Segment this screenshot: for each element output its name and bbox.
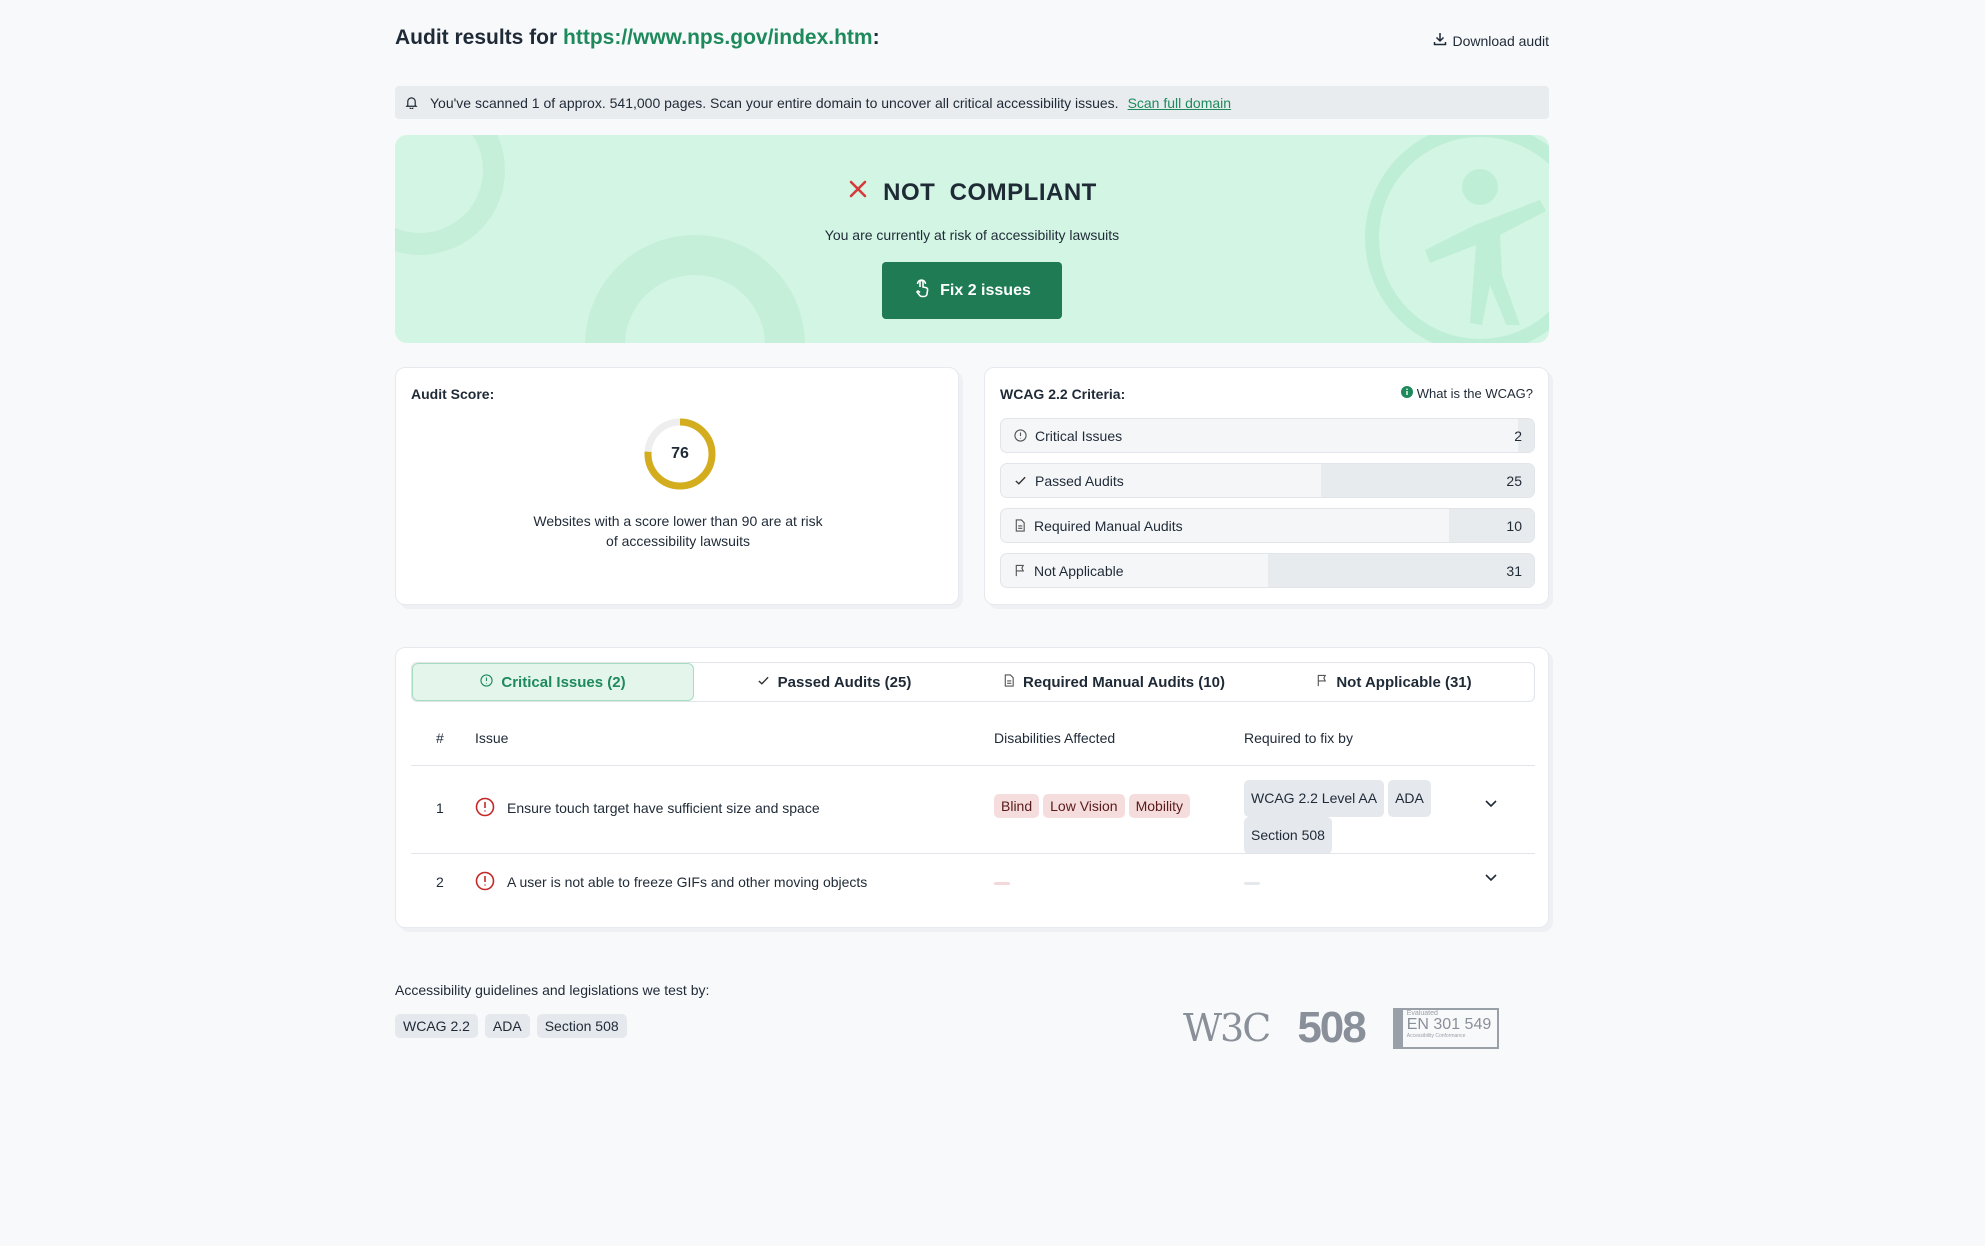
alert-circle-icon xyxy=(1014,429,1027,442)
wcag-criteria-title: WCAG 2.2 Criteria: xyxy=(1000,386,1126,402)
certification-logos: W3C 508 Evaluated EN 301 549 Accessibili… xyxy=(1183,1003,1499,1053)
scan-full-domain-link[interactable]: Scan full domain xyxy=(1128,95,1232,111)
score-value: 76 xyxy=(671,445,689,462)
requirement-tag: Section 508 xyxy=(1244,817,1332,854)
wcag-criteria-card: WCAG 2.2 Criteria: What is the WCAG? Cri… xyxy=(984,367,1549,605)
divider xyxy=(411,765,1535,766)
check-icon xyxy=(1014,474,1027,487)
requirement-tag: WCAG 2.2 Level AA xyxy=(1244,780,1385,817)
audit-score-card: Audit Score: 76 Websites with a score lo… xyxy=(395,367,959,605)
bell-icon xyxy=(405,96,418,109)
chevron-down-icon[interactable] xyxy=(1483,869,1499,888)
column-header-issue: Issue xyxy=(475,730,509,746)
touch-icon xyxy=(913,278,931,303)
guideline-tag: WCAG 2.2 xyxy=(395,1014,478,1038)
criteria-bar xyxy=(1320,464,1534,497)
tab-passed-audits[interactable]: Passed Audits (25) xyxy=(694,663,974,701)
tab-label: Required Manual Audits (10) xyxy=(1023,673,1225,691)
tab-not-applicable[interactable]: Not Applicable (31) xyxy=(1254,663,1534,701)
score-note-line1: Websites with a score lower than 90 are … xyxy=(533,513,823,529)
title-prefix: Audit results for xyxy=(395,26,558,49)
flag-icon xyxy=(1014,564,1026,577)
requirement-tag: ADA xyxy=(1388,780,1431,817)
criteria-label: Passed Audits xyxy=(1035,472,1124,489)
download-label: Download audit xyxy=(1452,32,1549,49)
column-header-required: Required to fix by xyxy=(1244,730,1353,746)
alert-circle-icon xyxy=(480,673,494,691)
tab-critical-issues[interactable]: Critical Issues (2) xyxy=(412,663,694,701)
divider xyxy=(411,853,1535,854)
en-301-549-logo: Evaluated EN 301 549 Accessibility Confo… xyxy=(1392,1007,1499,1049)
compliance-hero: NOT COMPLIANT You are currently at risk … xyxy=(395,135,1549,343)
tab-label: Critical Issues (2) xyxy=(501,673,626,691)
empty-placeholder xyxy=(994,882,1010,885)
en-logo-title: EN 301 549 xyxy=(1406,1015,1492,1033)
guideline-tag: Section 508 xyxy=(536,1014,627,1038)
w3c-logo: W3C xyxy=(1183,1006,1271,1050)
audit-score-title: Audit Score: xyxy=(411,386,495,402)
criteria-count: 2 xyxy=(1514,428,1522,444)
criteria-bar xyxy=(1267,554,1534,587)
guidelines-tags: WCAG 2.2 ADA Section 508 xyxy=(395,1014,627,1038)
error-icon xyxy=(475,797,495,820)
compliance-status-text: NOT COMPLIANT xyxy=(883,178,1097,206)
issues-table-card: Critical Issues (2) Passed Audits (25) R… xyxy=(395,647,1549,928)
page-header: Audit results for https://www.nps.gov/in… xyxy=(395,26,1549,56)
column-header-number: # xyxy=(436,730,444,746)
criteria-row-manual[interactable]: Required Manual Audits 10 xyxy=(1000,508,1535,543)
what-is-wcag-link[interactable]: What is the WCAG? xyxy=(1400,386,1533,401)
download-icon xyxy=(1433,32,1447,49)
error-icon xyxy=(475,871,495,894)
title-suffix: : xyxy=(872,26,880,49)
criteria-count: 31 xyxy=(1506,563,1522,579)
criteria-row-critical[interactable]: Critical Issues 2 xyxy=(1000,418,1535,453)
tab-label: Not Applicable (31) xyxy=(1336,673,1472,691)
disability-tags: Blind Low Vision Mobility xyxy=(994,794,1194,818)
notice-text: You've scanned 1 of approx. 541,000 page… xyxy=(430,94,1119,111)
download-audit-button[interactable]: Download audit xyxy=(1433,32,1549,49)
compliance-status: NOT COMPLIANT xyxy=(395,178,1549,207)
tab-required-manual-audits[interactable]: Required Manual Audits (10) xyxy=(974,663,1254,701)
flag-icon xyxy=(1316,674,1328,691)
criteria-label: Required Manual Audits xyxy=(1034,517,1183,534)
tab-label: Passed Audits (25) xyxy=(777,673,912,691)
document-icon xyxy=(1003,673,1015,691)
audited-url-link[interactable]: https://www.nps.gov/index.htm xyxy=(563,26,873,49)
guideline-tag: ADA xyxy=(484,1014,530,1038)
score-note: Websites with a score lower than 90 are … xyxy=(396,511,960,551)
criteria-row-passed[interactable]: Passed Audits 25 xyxy=(1000,463,1535,498)
check-icon xyxy=(757,674,770,691)
scan-notice-banner: You've scanned 1 of approx. 541,000 page… xyxy=(395,86,1549,119)
criteria-row-not-applicable[interactable]: Not Applicable 31 xyxy=(1000,553,1535,588)
criteria-label: Not Applicable xyxy=(1034,562,1124,579)
requirement-tags: WCAG 2.2 Level AA ADA Section 508 xyxy=(1244,780,1444,854)
criteria-count: 10 xyxy=(1506,518,1522,534)
empty-placeholder xyxy=(1244,882,1260,885)
disability-tag: Mobility xyxy=(1128,794,1191,818)
column-header-disabilities: Disabilities Affected xyxy=(994,730,1116,746)
issue-title: A user is not able to freeze GIFs and ot… xyxy=(507,874,868,890)
issue-tabs: Critical Issues (2) Passed Audits (25) R… xyxy=(411,662,1535,702)
issue-title: Ensure touch target have sufficient size… xyxy=(507,800,820,816)
fix-issues-label: Fix 2 issues xyxy=(940,281,1031,299)
chevron-down-icon[interactable] xyxy=(1483,795,1499,814)
hero-decoration xyxy=(585,235,805,343)
row-number: 1 xyxy=(436,800,444,816)
criteria-count: 25 xyxy=(1506,473,1522,489)
fix-issues-button[interactable]: Fix 2 issues xyxy=(882,262,1062,319)
document-icon xyxy=(1014,519,1026,532)
page-title: Audit results for https://www.nps.gov/in… xyxy=(395,26,1549,50)
disability-tag: Low Vision xyxy=(1043,794,1125,818)
criteria-label: Critical Issues xyxy=(1035,427,1123,444)
row-number: 2 xyxy=(436,874,444,890)
section-508-logo: 508 xyxy=(1297,1003,1366,1052)
guidelines-title: Accessibility guidelines and legislation… xyxy=(395,982,710,998)
close-icon xyxy=(847,178,869,207)
en-logo-sub: Accessibility Conformance xyxy=(1406,1032,1466,1039)
disability-tag: Blind xyxy=(994,794,1040,818)
compliance-subtitle: You are currently at risk of accessibili… xyxy=(824,227,1120,243)
info-icon xyxy=(1400,386,1413,401)
score-note-line2: of accessibility lawsuits xyxy=(606,533,750,549)
what-is-wcag-label: What is the WCAG? xyxy=(1416,386,1533,401)
